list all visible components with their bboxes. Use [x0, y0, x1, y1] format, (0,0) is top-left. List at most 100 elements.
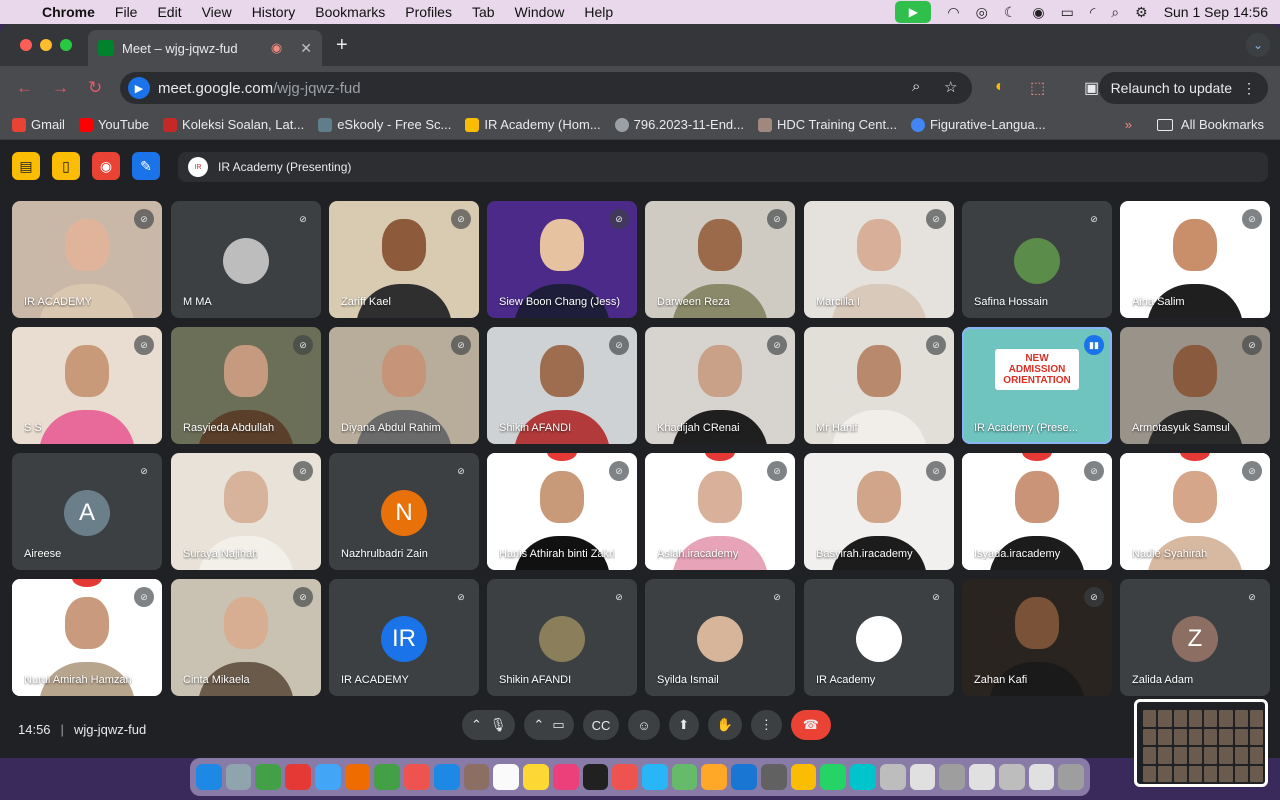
participant-tile[interactable]: ⊘ Shikin AFANDI [487, 327, 637, 444]
camera-in-use-icon[interactable]: ▶ [895, 1, 932, 23]
participant-tile[interactable]: ⊘ Basyirah.iracademy [804, 453, 954, 570]
record-icon[interactable]: ◉ [92, 152, 120, 180]
menu-file[interactable]: File [115, 4, 138, 20]
address-bar[interactable]: ▶ meet.google.com/wjg-jqwz-fud ⌕ ☆ [120, 72, 972, 104]
raise-hand-button[interactable]: ✋ [707, 710, 742, 740]
bookmark-eskooly[interactable]: eSkooly - Free Sc... [318, 117, 451, 132]
menubar-clock[interactable]: Sun 1 Sep 14:56 [1164, 4, 1268, 20]
participant-tile[interactable]: ⊘ M MA [171, 201, 321, 318]
dock-app-icon[interactable] [314, 764, 341, 790]
user-icon[interactable]: ◉ [1032, 4, 1044, 21]
new-tab-icon[interactable]: + [336, 34, 348, 57]
dock-app-icon[interactable] [1058, 764, 1085, 790]
participant-tile[interactable]: ⊘ Nadie Syahirah [1120, 453, 1270, 570]
dock-app-icon[interactable] [820, 764, 847, 790]
dock-app-icon[interactable] [344, 764, 371, 790]
battery-icon[interactable]: ▭ [1061, 4, 1074, 21]
menu-tab[interactable]: Tab [472, 4, 495, 20]
no-presentation-icon[interactable]: ▤ [12, 152, 40, 180]
minimize-window-button[interactable] [40, 39, 52, 51]
microphone-icon[interactable]: 🎙 [490, 717, 507, 733]
menu-profiles[interactable]: Profiles [405, 4, 452, 20]
participant-tile[interactable]: ⊘ Diyana Abdul Rahim [329, 327, 479, 444]
reactions-button[interactable]: ☺ [628, 710, 660, 740]
bookmark-gmail[interactable]: Gmail [12, 117, 65, 132]
dock-app-icon[interactable] [374, 764, 401, 790]
participant-tile[interactable]: ⊘ Zariff Kael [329, 201, 479, 318]
bookmark-star-icon[interactable]: ☆ [944, 78, 957, 96]
dock-app-icon[interactable] [255, 764, 282, 790]
bookmark-youtube[interactable]: YouTube [78, 117, 149, 132]
extension-compass-icon[interactable]: ◐ [995, 78, 1005, 96]
close-window-button[interactable] [20, 39, 32, 51]
dock-app-icon[interactable] [612, 764, 639, 790]
moon-icon[interactable]: ☾ [1004, 4, 1017, 21]
dock-app-icon[interactable] [939, 764, 966, 790]
control-center-icon[interactable]: ⚙ [1135, 4, 1148, 21]
menu-history[interactable]: History [252, 4, 296, 20]
dock-app-icon[interactable] [998, 764, 1025, 790]
bookmark-796[interactable]: 796.2023-11-End... [614, 117, 744, 132]
participant-tile[interactable]: ⊘ Hanis Athirah binti Zakri [487, 453, 637, 570]
forward-arrow-icon[interactable]: → [52, 78, 69, 98]
bookmark-koleksi-soalan[interactable]: Koleksi Soalan, Lat... [163, 117, 304, 132]
chevron-up-icon[interactable]: ⌃ [471, 717, 482, 733]
dock-app-icon[interactable] [463, 764, 490, 790]
reload-icon[interactable]: ↻ [88, 78, 102, 98]
meeting-code[interactable]: wjg-jqwz-fud [74, 722, 146, 737]
participant-tile[interactable]: ⊘ Darween Reza [645, 201, 795, 318]
participant-tile[interactable]: Z ⊘ Zalida Adam [1120, 579, 1270, 696]
site-info-icon[interactable]: ▶ [128, 77, 150, 99]
participant-tile[interactable]: ⊘ Suraya Najihah [171, 453, 321, 570]
menu-bookmarks[interactable]: Bookmarks [315, 4, 385, 20]
all-bookmarks[interactable]: All Bookmarks [1156, 117, 1264, 132]
menu-help[interactable]: Help [584, 4, 613, 20]
search-icon[interactable]: ⌕ [1111, 4, 1119, 21]
menu-window[interactable]: Window [515, 4, 565, 20]
dock-app-icon[interactable] [523, 764, 549, 790]
more-options-button[interactable]: ⋮ [750, 710, 782, 740]
tab-search-chevron-icon[interactable]: ⌄ [1246, 33, 1270, 57]
participant-tile[interactable]: N ⊘ Nazhrulbadri Zain [329, 453, 479, 570]
present-button[interactable]: ⬆ [668, 710, 699, 740]
dock-app-icon[interactable] [909, 764, 936, 790]
presentation-bar[interactable]: IR IR Academy (Presenting) [178, 152, 1268, 182]
participant-tile[interactable]: ⊘ Aina Salim [1120, 201, 1270, 318]
more-menu-icon[interactable]: ⋮ [1242, 80, 1256, 97]
back-arrow-icon[interactable]: ← [16, 78, 33, 98]
mic-control[interactable]: ⌃ 🎙 [462, 710, 516, 740]
self-view-thumbnail[interactable] [1134, 699, 1268, 787]
zoom-magnifier-icon[interactable]: ⌕ [912, 78, 920, 95]
dock-app-icon[interactable] [731, 764, 757, 790]
participant-tile[interactable]: ⊘ Shikin AFANDI [487, 579, 637, 696]
participant-tile[interactable]: ⊘ Aslah.iracademy [645, 453, 795, 570]
participant-tile[interactable]: ⊘ S S [12, 327, 162, 444]
dock-app-icon[interactable] [969, 764, 995, 790]
dock-app-icon[interactable] [285, 764, 311, 790]
camera-control[interactable]: ⌃ ▭ [524, 710, 574, 740]
dock-app-icon[interactable] [760, 764, 787, 790]
relaunch-button[interactable]: Relaunch to update ⋮ [1098, 72, 1268, 104]
dock-app-icon[interactable] [879, 764, 906, 790]
dock-app-icon[interactable] [850, 764, 876, 790]
menu-view[interactable]: View [202, 4, 232, 20]
participant-tile[interactable]: NEW ADMISSION ORIENTATION ▮▮ IR Academy (P… [962, 327, 1112, 444]
captions-button[interactable]: CC [582, 710, 620, 740]
dock-app-icon[interactable] [642, 764, 668, 790]
dock-app-icon[interactable] [552, 764, 579, 790]
dock-app-icon[interactable] [671, 764, 698, 790]
participant-tile[interactable]: ⊘ Marcilla I [804, 201, 954, 318]
door-icon[interactable]: ▯ [52, 152, 80, 180]
participant-tile[interactable]: ⊘ Rasyieda Abdullah [171, 327, 321, 444]
participant-tile[interactable]: ⊘ Armotasyuk Samsul [1120, 327, 1270, 444]
airdrop-icon[interactable]: ◎ [976, 4, 988, 21]
menu-edit[interactable]: Edit [157, 4, 181, 20]
participant-tile[interactable]: ⊘ Siew Boon Chang (Jess) [487, 201, 637, 318]
participant-tile[interactable]: ⊘ IR ACADEMY [12, 201, 162, 318]
bookmark-figurative-language[interactable]: Figurative-Langua... [910, 117, 1046, 132]
close-tab-icon[interactable]: ✕ [300, 40, 312, 57]
menu-app-name[interactable]: Chrome [42, 4, 95, 20]
participant-tile[interactable]: ⊘ Nurul Amirah Hamzah [12, 579, 162, 696]
bookmark-hdc-training[interactable]: HDC Training Cent... [758, 117, 897, 132]
dock-app-icon[interactable] [701, 764, 728, 790]
